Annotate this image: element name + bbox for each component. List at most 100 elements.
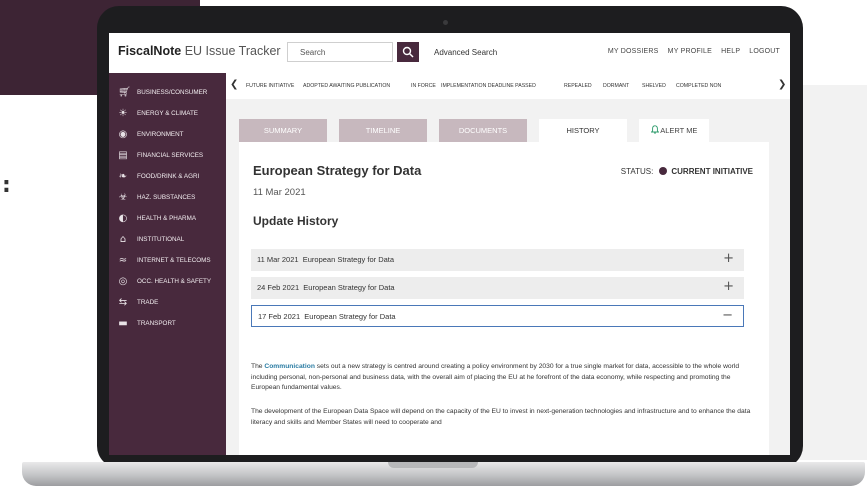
sidebar-item-label: INSTITUTIONAL <box>137 236 185 243</box>
exchange-icon: ⇆ <box>118 297 128 308</box>
status-value: CURRENT INITIATIVE <box>671 167 753 176</box>
building-icon: ⌂ <box>119 234 127 245</box>
history-paragraph-2: The development of the European Data Spa… <box>251 408 751 426</box>
sidebar-item-energy-climate[interactable]: ☀︎ ENERGY & CLIMATE <box>109 104 226 126</box>
laptop-notch <box>388 462 478 468</box>
history-item-title: European Strategy for Data <box>302 255 395 264</box>
logout-link[interactable]: LOGOUT <box>749 48 780 55</box>
sidebar-item-trade[interactable]: ⇆ TRADE <box>109 293 226 315</box>
history-item-date: 17 Feb 2021 <box>258 312 301 321</box>
expand-icon[interactable]: + <box>723 251 734 266</box>
lifebuoy-icon: ◎ <box>118 276 128 287</box>
communication-link[interactable]: Communication <box>264 363 315 370</box>
status-filter-completed[interactable]: COMPLETED NON <box>676 83 772 89</box>
search-button[interactable] <box>397 42 419 62</box>
my-profile-link[interactable]: MY PROFILE <box>668 48 712 55</box>
sidebar-item-label: INTERNET & TELECOMS <box>137 257 211 264</box>
document-date: 11 Mar 2021 <box>253 187 306 198</box>
background-colon: : <box>2 173 11 198</box>
para1-post: sets out a new strategy is centred aroun… <box>251 363 740 391</box>
sidebar-item-label: HAZ. SUBSTANCES <box>137 194 196 201</box>
sidebar-item-label: TRANSPORT <box>137 320 176 327</box>
history-item[interactable]: 24 Feb 2021 European Strategy for Data + <box>251 277 744 299</box>
sidebar-item-environment[interactable]: ◉ ENVIRONMENT <box>109 125 226 147</box>
main-content: SUMMARY TIMELINE DOCUMENTS HISTORY ALERT… <box>226 99 790 455</box>
cart-icon: 🛒︎ <box>118 87 131 98</box>
sidebar-item-label: ENVIRONMENT <box>137 131 184 138</box>
bell-icon <box>650 125 659 134</box>
status-filter-in-force[interactable]: IN FORCE <box>411 83 436 89</box>
history-paragraph: The Communication sets out a new strateg… <box>251 362 751 394</box>
bank-icon: ▤ <box>118 150 128 161</box>
chevron-right-icon[interactable]: ❯ <box>778 79 786 90</box>
brand-bold: FiscalNote <box>118 44 182 58</box>
globe-icon: ◉ <box>118 129 128 140</box>
sidebar-item-haz-substances[interactable]: ☣ HAZ. SUBSTANCES <box>109 188 226 210</box>
top-bar: FiscalNote EU Issue Tracker Search Advan… <box>109 33 790 73</box>
sidebar-item-business-consumer[interactable]: 🛒︎ BUSINESS/CONSUMER <box>109 83 226 105</box>
advanced-search-link[interactable]: Advanced Search <box>434 48 497 57</box>
status-filter-shelved[interactable]: SHELVED <box>642 83 666 89</box>
sidebar-item-food-drink-agri[interactable]: ❧ FOOD/DRINK & AGRI <box>109 167 226 189</box>
history-item-open[interactable]: 17 Feb 2021 European Strategy for Data − <box>251 305 744 327</box>
help-link[interactable]: HELP <box>721 48 740 55</box>
brand-light: EU Issue Tracker <box>181 44 281 58</box>
wheat-icon: ❧ <box>118 171 128 182</box>
sidebar: 🛒︎ BUSINESS/CONSUMER ☀︎ ENERGY & CLIMATE… <box>109 73 226 455</box>
history-panel: European Strategy for Data STATUS: CURREN… <box>239 142 769 455</box>
sidebar-item-health-pharma[interactable]: ◐ HEALTH & PHARMA <box>109 209 226 231</box>
tab-timeline[interactable]: TIMELINE <box>339 119 427 142</box>
status-filter-dormant[interactable]: DORMANT <box>603 83 629 89</box>
para1-pre: The <box>251 363 265 370</box>
status-filter-adopted[interactable]: ADOPTED AWAITING PUBLICATION <box>303 83 390 89</box>
search-icon <box>402 46 414 58</box>
update-history-heading: Update History <box>253 214 339 228</box>
sidebar-item-label: TRADE <box>137 299 159 306</box>
tab-summary[interactable]: SUMMARY <box>239 119 327 142</box>
expand-icon[interactable]: + <box>723 279 734 294</box>
status-filter-future-initiative[interactable]: FUTURE INITIATIVE <box>246 83 294 89</box>
tab-history[interactable]: HISTORY <box>539 119 627 142</box>
sidebar-item-institutional[interactable]: ⌂ INSTITUTIONAL <box>109 230 226 252</box>
history-item-text: 11 Mar 2021 European Strategy for Data <box>257 255 394 264</box>
camera-icon <box>443 20 448 25</box>
sidebar-item-occ-health-safety[interactable]: ◎ OCC. HEALTH & SAFETY <box>109 272 226 294</box>
status-filter-deadline-passed[interactable]: IMPLEMENTATION DEADLINE PASSED <box>441 83 536 89</box>
wifi-icon: ≈ <box>118 255 128 266</box>
sidebar-item-label: BUSINESS/CONSUMER <box>137 89 208 96</box>
alert-me-label: ALERT ME <box>660 126 698 135</box>
search-input[interactable]: Search <box>287 42 393 62</box>
sidebar-item-internet-telecoms[interactable]: ≈ INTERNET & TELECOMS <box>109 251 226 273</box>
alert-me-button[interactable]: ALERT ME <box>639 119 709 142</box>
chevron-left-icon[interactable]: ❮ <box>230 79 238 90</box>
pill-icon: ◐ <box>118 213 128 224</box>
tab-documents[interactable]: DOCUMENTS <box>439 119 527 142</box>
history-item-text: 24 Feb 2021 European Strategy for Data <box>257 283 395 292</box>
status-dot-icon <box>659 167 668 175</box>
history-item-title: European Strategy for Data <box>303 283 395 292</box>
history-item-text: 17 Feb 2021 European Strategy for Data <box>258 312 396 321</box>
sidebar-item-label: ENERGY & CLIMATE <box>137 110 199 117</box>
top-links: MY DOSSIERS MY PROFILE HELP LOGOUT <box>601 48 780 55</box>
history-item-date: 11 Mar 2021 <box>257 255 299 264</box>
sidebar-item-label: HEALTH & PHARMA <box>137 215 197 222</box>
hazard-icon: ☣ <box>118 192 128 203</box>
collapse-icon[interactable]: − <box>722 308 733 323</box>
status-filter-repealed[interactable]: REPEALED <box>564 83 592 89</box>
history-item-date: 24 Feb 2021 <box>257 283 300 292</box>
sidebar-item-label: FOOD/DRINK & AGRI <box>137 173 200 180</box>
sidebar-item-transport[interactable]: ▬ TRANSPORT <box>109 314 226 336</box>
status-badge: STATUS: CURRENT INITIATIVE <box>621 167 753 176</box>
history-item-title: European Strategy for Data <box>304 312 396 321</box>
screen: FiscalNote EU Issue Tracker Search Advan… <box>109 33 790 455</box>
sidebar-item-financial-services[interactable]: ▤ FINANCIAL SERVICES <box>109 146 226 168</box>
document-title: European Strategy for Data <box>253 163 422 178</box>
sidebar-item-label: FINANCIAL SERVICES <box>137 152 204 159</box>
status-label: STATUS: <box>620 167 654 176</box>
truck-icon: ▬ <box>118 318 128 329</box>
app-brand[interactable]: FiscalNote EU Issue Tracker <box>118 44 281 58</box>
my-dossiers-link[interactable]: MY DOSSIERS <box>608 48 659 55</box>
history-item[interactable]: 11 Mar 2021 European Strategy for Data + <box>251 249 744 271</box>
sidebar-item-label: OCC. HEALTH & SAFETY <box>137 278 212 285</box>
status-nav: ❮ FUTURE INITIATIVE ADOPTED AWAITING PUB… <box>226 73 790 99</box>
